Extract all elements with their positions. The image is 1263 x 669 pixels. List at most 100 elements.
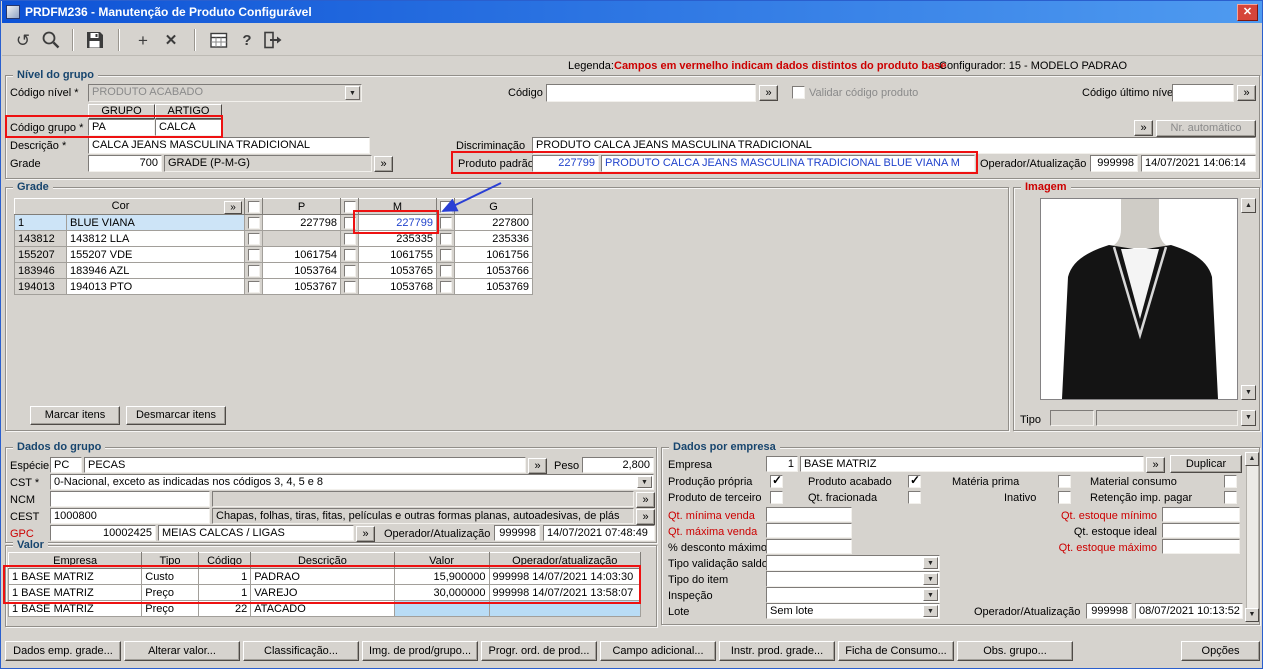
nr-automatico-button[interactable]: Nr. automático — [1156, 120, 1256, 137]
m-code-cell[interactable]: 1061755 — [358, 246, 438, 263]
valor-cell[interactable]: 30,000000 — [393, 584, 490, 601]
exit-button[interactable] — [260, 27, 286, 53]
codigo-cell[interactable]: 1 — [197, 568, 252, 585]
m-checkbox[interactable] — [343, 280, 356, 293]
inspecao-select[interactable]: ▼ — [766, 587, 940, 603]
footer-button-alterar-valor[interactable]: Alterar valor... — [124, 641, 240, 661]
gpc-lookup-button[interactable]: » — [356, 526, 375, 542]
footer-button-instr-prod-grade[interactable]: Instr. prod. grade... — [719, 641, 835, 661]
descricao-cell[interactable]: ATACADO — [250, 600, 395, 617]
footer-button-dados-emp-grade[interactable]: Dados emp. grade... — [5, 641, 121, 661]
g-code-cell[interactable]: 235336 — [454, 230, 534, 247]
g-checkbox[interactable] — [439, 216, 452, 229]
empresa-column-header[interactable]: Empresa — [7, 552, 143, 569]
empresa-cell[interactable]: 1 BASE MATRIZ — [7, 568, 143, 585]
add-button[interactable]: + — [130, 27, 156, 53]
cor-cell[interactable]: 194013 PTO — [65, 278, 246, 295]
produto-padrao-codigo-field[interactable]: 227799 — [532, 155, 599, 172]
cor-cell[interactable]: BLUE VIANA — [65, 214, 246, 231]
operador-cell[interactable]: 999998 14/07/2021 13:58:07 — [488, 584, 642, 601]
close-button[interactable]: ✕ — [1237, 3, 1258, 21]
valor-column-header[interactable]: Valor — [393, 552, 490, 569]
grade-row[interactable]: 143812 143812 LLA 235335 235336 — [14, 230, 534, 247]
footer-button-opcoes[interactable]: Opções — [1181, 641, 1260, 661]
image-scroll-up-button[interactable]: ▲ — [1241, 198, 1256, 213]
grupo-input[interactable]: PA — [88, 119, 155, 136]
m-checkbox[interactable] — [343, 248, 356, 261]
valor-cell[interactable]: 15,900000 — [393, 568, 490, 585]
qt-estoque-maximo-input[interactable] — [1162, 539, 1240, 554]
footer-button-classificacao[interactable]: Classificação... — [243, 641, 359, 661]
tipo-desc-field[interactable] — [1096, 410, 1238, 426]
p-code-cell[interactable]: 227798 — [262, 214, 342, 231]
valor-row[interactable]: 1 BASE MATRIZ Preço 1 VAREJO 30,000000 9… — [7, 584, 642, 601]
image-scroll-down-button[interactable]: ▼ — [1241, 385, 1256, 400]
undo-button[interactable]: ↺ — [10, 27, 36, 53]
scrollbar-track[interactable] — [1246, 452, 1259, 622]
peso-input[interactable]: 2,800 — [582, 457, 654, 473]
especie-lookup-button[interactable]: » — [528, 458, 547, 474]
grade-row[interactable]: 194013 194013 PTO 1053767 1053768 105376… — [14, 278, 534, 295]
qt-maxima-venda-input[interactable] — [766, 523, 852, 538]
select-all-m-checkbox[interactable] — [343, 200, 356, 213]
g-column-header[interactable]: G — [454, 198, 534, 215]
duplicar-button[interactable]: Duplicar — [1170, 455, 1242, 473]
cor-cell[interactable]: 155207 VDE — [65, 246, 246, 263]
nr-automatico-lookup-button[interactable]: » — [1134, 120, 1153, 136]
codigo-ultimo-lookup-button[interactable]: » — [1237, 85, 1256, 101]
valor-cell[interactable] — [393, 600, 490, 617]
produto-acabado-checkbox[interactable] — [908, 473, 921, 488]
calendar-button[interactable] — [206, 27, 232, 53]
material-consumo-checkbox[interactable] — [1224, 475, 1237, 488]
materia-prima-checkbox[interactable] — [1058, 475, 1071, 488]
tipo-cell[interactable]: Preço — [141, 584, 199, 601]
inativo-checkbox[interactable] — [1058, 491, 1071, 504]
delete-button[interactable]: ✕ — [158, 27, 184, 53]
empresa-cell[interactable]: 1 BASE MATRIZ — [7, 584, 143, 601]
lote-select[interactable]: Sem lote ▼ — [766, 603, 940, 619]
tipo-cell[interactable]: Preço — [141, 600, 199, 617]
especie-codigo-input[interactable]: PC — [50, 457, 82, 473]
tipo-do-item-select[interactable]: ▼ — [766, 571, 940, 587]
codigo-column-header[interactable]: Código — [197, 552, 252, 569]
title-bar[interactable]: PRDFM236 - Manutenção de Produto Configu… — [2, 1, 1262, 23]
valor-row[interactable]: 1 BASE MATRIZ Custo 1 PADRAO 15,900000 9… — [7, 568, 642, 585]
help-button[interactable]: ? — [234, 27, 260, 53]
operador-column-header[interactable]: Operador/atualização — [488, 552, 642, 569]
cor-column-header[interactable]: Cor » — [13, 198, 246, 215]
empresa-codigo-input[interactable]: 1 — [766, 456, 798, 472]
m-code-cell[interactable]: 227799 — [358, 214, 438, 231]
cest-lookup-button[interactable]: » — [636, 509, 655, 525]
artigo-input[interactable]: CALCA — [155, 119, 222, 136]
descricao-cell[interactable]: PADRAO — [250, 568, 395, 585]
m-code-cell[interactable]: 1053765 — [358, 262, 438, 279]
codigo-cell[interactable]: 1 — [197, 584, 252, 601]
p-checkbox[interactable] — [247, 280, 260, 293]
footer-button-ficha-consumo[interactable]: Ficha de Consumo... — [838, 641, 954, 661]
grade-row[interactable]: 1 BLUE VIANA 227798 227799 227800 — [14, 214, 534, 231]
descricao-cell[interactable]: VAREJO — [250, 584, 395, 601]
qt-minima-venda-input[interactable] — [766, 507, 852, 522]
select-all-g-checkbox[interactable] — [439, 200, 452, 213]
g-code-cell[interactable]: 227800 — [454, 214, 534, 231]
footer-button-progr-ord-prod[interactable]: Progr. ord. de prod... — [481, 641, 597, 661]
validar-codigo-checkbox[interactable] — [792, 86, 805, 99]
empresa-cell[interactable]: 1 BASE MATRIZ — [7, 600, 143, 617]
ncm-lookup-button[interactable]: » — [636, 492, 655, 508]
cest-input[interactable]: 1000800 — [50, 508, 210, 524]
g-code-cell[interactable]: 1061756 — [454, 246, 534, 263]
grade-row[interactable]: 183946 183946 AZL 1053764 1053765 105376… — [14, 262, 534, 279]
qt-estoque-minimo-input[interactable] — [1162, 507, 1240, 522]
tipo-column-header[interactable]: Tipo — [141, 552, 199, 569]
codigo-lookup-button[interactable]: » — [759, 85, 778, 101]
m-checkbox[interactable] — [343, 232, 356, 245]
desconto-maximo-input[interactable] — [766, 539, 852, 554]
retencao-imp-checkbox[interactable] — [1224, 491, 1237, 504]
save-button[interactable] — [82, 27, 108, 53]
g-checkbox[interactable] — [439, 248, 452, 261]
codigo-ultimo-nivel-input[interactable] — [1172, 84, 1234, 102]
p-checkbox[interactable] — [247, 232, 260, 245]
p-checkbox[interactable] — [247, 216, 260, 229]
scroll-up-button[interactable]: ▲ — [1245, 452, 1259, 466]
chevron-down-icon[interactable]: ▼ — [923, 557, 938, 569]
